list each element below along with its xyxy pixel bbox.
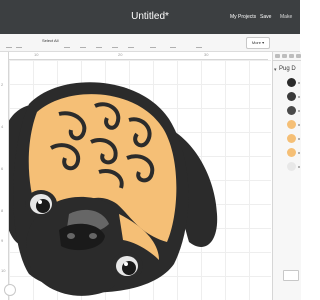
layer-thumbnail[interactable] [287, 92, 296, 101]
ruler-tick: 30 [204, 52, 209, 57]
rotate-icon[interactable] [150, 44, 156, 48]
ruler-tick: 8 [1, 208, 4, 213]
ruler-tick: 4 [1, 124, 4, 129]
app-header: Untitled* My Projects Save Make [0, 0, 300, 34]
ruler-tick: 20 [118, 52, 123, 57]
arrange-icon[interactable] [96, 44, 102, 48]
delete-icon[interactable] [296, 54, 301, 58]
align-icon[interactable] [80, 44, 86, 48]
layer-visibility-icon[interactable] [298, 166, 300, 168]
attach-button[interactable] [283, 270, 299, 281]
layer-thumbnail[interactable] [287, 134, 296, 143]
save-button[interactable]: Save [260, 0, 271, 34]
duplicate-icon[interactable] [289, 54, 294, 58]
group-icon[interactable] [275, 54, 280, 58]
layer-visibility-icon[interactable] [298, 82, 300, 84]
layer-thumbnail[interactable] [287, 162, 296, 171]
redo-icon[interactable] [16, 44, 22, 48]
layer-visibility-icon[interactable] [298, 110, 300, 112]
zoom-control[interactable] [4, 284, 16, 296]
layer-thumbnail[interactable] [287, 78, 296, 87]
collapse-chevron-icon[interactable]: ▾ [274, 67, 277, 73]
my-projects-link[interactable]: My Projects [230, 0, 256, 34]
ruler-tick: 10 [34, 52, 39, 57]
layer-group-name[interactable]: Pug D [279, 66, 296, 72]
select-all-button[interactable]: Select All [42, 38, 58, 43]
vertical-ruler: 2 4 6 8 9 10 [0, 52, 9, 300]
make-button[interactable]: Make [280, 0, 292, 34]
layer-thumbnail[interactable] [287, 106, 296, 115]
horizontal-ruler: 10 20 30 [8, 52, 268, 60]
more-button[interactable]: More ▾ [246, 37, 270, 49]
design-canvas[interactable] [9, 60, 271, 300]
edit-toolbar: Select All More ▾ [0, 34, 300, 52]
ruler-tick: 10 [1, 268, 6, 273]
layer-thumbnail[interactable] [287, 120, 296, 129]
layer-thumbnail[interactable] [287, 148, 296, 157]
ruler-tick: 6 [1, 166, 4, 171]
position-y-icon[interactable] [196, 44, 202, 48]
size-icon[interactable] [128, 44, 134, 48]
ruler-tick: 2 [1, 82, 4, 87]
layer-visibility-icon[interactable] [298, 152, 300, 154]
layer-visibility-icon[interactable] [298, 96, 300, 98]
layer-visibility-icon[interactable] [298, 138, 300, 140]
layer-visibility-icon[interactable] [298, 124, 300, 126]
layers-panel: ▾ Pug D [272, 52, 301, 300]
position-icon[interactable] [170, 44, 176, 48]
undo-icon[interactable] [6, 44, 12, 48]
ruler-tick: 9 [1, 238, 4, 243]
flip-icon[interactable] [112, 44, 118, 48]
ungroup-icon[interactable] [282, 54, 287, 58]
pug-design-image[interactable] [9, 64, 221, 300]
edit-icon[interactable] [64, 44, 70, 48]
layers-tabs [273, 52, 301, 61]
